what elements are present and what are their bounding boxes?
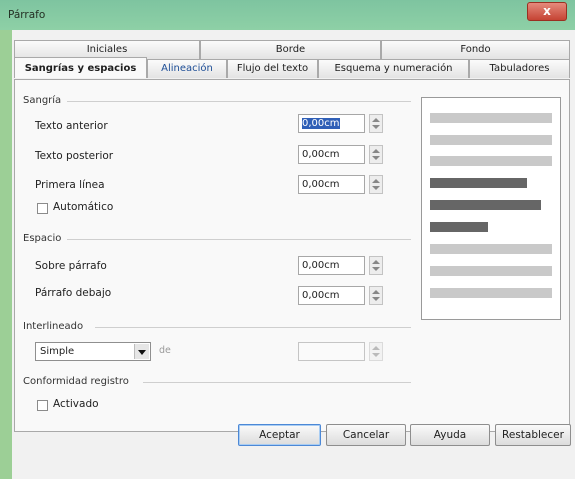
tab-background[interactable]: Fondo — [381, 40, 570, 59]
spacing-above-value: 0,00cm — [302, 260, 340, 271]
preview-line-current — [430, 222, 488, 232]
tab-outline-numbering[interactable]: Esquema y numeración — [318, 59, 469, 78]
register-separator — [143, 382, 411, 383]
auto-label: Automático — [53, 201, 114, 213]
spin-up-icon[interactable] — [372, 179, 380, 183]
tab-panel-indents-spacing: Sangría Texto anterior 0,00cm Texto post… — [14, 79, 570, 432]
paragraph-preview — [421, 97, 561, 320]
tab-row-lower: Sangrías y espacios Alineación Flujo del… — [14, 57, 570, 78]
indent-before-spinner[interactable] — [369, 114, 383, 133]
preview-line — [430, 244, 552, 254]
tab-text-flow[interactable]: Flujo del texto — [227, 59, 318, 78]
spacing-below-value: 0,00cm — [302, 290, 340, 301]
cancel-button[interactable]: Cancelar — [326, 424, 406, 446]
spin-down-icon[interactable] — [372, 297, 380, 301]
preview-line — [430, 135, 552, 145]
line-spacing-separator — [95, 327, 411, 328]
tab-alignment[interactable]: Alineación — [147, 59, 227, 78]
spin-down-icon[interactable] — [372, 156, 380, 160]
spacing-separator — [67, 239, 411, 240]
tab-indents-spacing[interactable]: Sangrías y espacios — [14, 57, 147, 78]
line-spacing-value-input[interactable] — [298, 342, 365, 361]
preview-line — [430, 266, 552, 276]
spacing-above-input[interactable]: 0,00cm — [298, 256, 365, 275]
ok-button[interactable]: Aceptar — [238, 424, 321, 446]
spacing-section-label: Espacio — [23, 233, 62, 244]
line-spacing-de-label: de — [159, 345, 171, 356]
register-checkbox[interactable] — [37, 400, 48, 411]
spacing-above-spinner[interactable] — [369, 256, 383, 275]
chevron-down-icon[interactable] — [134, 344, 149, 359]
indent-first-spinner[interactable] — [369, 175, 383, 194]
help-button[interactable]: Ayuda — [410, 424, 490, 446]
indent-after-value: 0,00cm — [302, 149, 340, 160]
title-bar: Párrafo x — [0, 0, 575, 30]
spacing-below-label: Párrafo debajo — [35, 287, 112, 299]
spin-down-icon[interactable] — [372, 186, 380, 190]
spin-up-icon[interactable] — [372, 260, 380, 264]
indent-first-input[interactable]: 0,00cm — [298, 175, 365, 194]
line-spacing-spinner[interactable] — [369, 342, 383, 361]
spin-down-icon[interactable] — [372, 267, 380, 271]
spin-up-icon[interactable] — [372, 149, 380, 153]
indent-first-label: Primera línea — [35, 179, 105, 191]
register-section-label: Conformidad registro — [23, 376, 129, 387]
auto-checkbox[interactable] — [37, 203, 48, 214]
register-activated-label: Activado — [53, 398, 99, 410]
preview-line-current — [430, 200, 541, 210]
indent-after-input[interactable]: 0,00cm — [298, 145, 365, 164]
indent-after-label: Texto posterior — [35, 150, 114, 162]
spacing-above-label: Sobre párrafo — [35, 260, 107, 272]
indent-after-spinner[interactable] — [369, 145, 383, 164]
spin-down-icon[interactable] — [372, 353, 380, 357]
line-spacing-selected: Simple — [40, 346, 75, 357]
spacing-below-spinner[interactable] — [369, 286, 383, 305]
tab-border[interactable]: Borde — [200, 40, 381, 59]
line-spacing-select[interactable]: Simple — [35, 342, 151, 361]
indent-section-label: Sangría — [23, 95, 62, 106]
close-button[interactable]: x — [527, 2, 567, 21]
indent-before-label: Texto anterior — [35, 120, 108, 132]
preview-line — [430, 288, 552, 298]
close-icon: x — [543, 4, 551, 18]
reset-button[interactable]: Restablecer — [495, 424, 571, 446]
indent-before-value: 0,00cm — [302, 118, 340, 129]
indent-separator — [67, 101, 411, 102]
spin-up-icon[interactable] — [372, 118, 380, 122]
preview-line — [430, 113, 552, 123]
preview-line-current — [430, 178, 527, 188]
indent-before-input[interactable]: 0,00cm — [298, 114, 365, 133]
spin-down-icon[interactable] — [372, 125, 380, 129]
spacing-below-input[interactable]: 0,00cm — [298, 286, 365, 305]
spin-up-icon[interactable] — [372, 290, 380, 294]
preview-line — [430, 156, 552, 166]
window-title: Párrafo — [8, 9, 46, 21]
indent-first-value: 0,00cm — [302, 179, 340, 190]
line-spacing-section-label: Interlineado — [23, 321, 84, 332]
tab-tabs[interactable]: Tabuladores — [469, 59, 570, 78]
spin-up-icon[interactable] — [372, 346, 380, 350]
